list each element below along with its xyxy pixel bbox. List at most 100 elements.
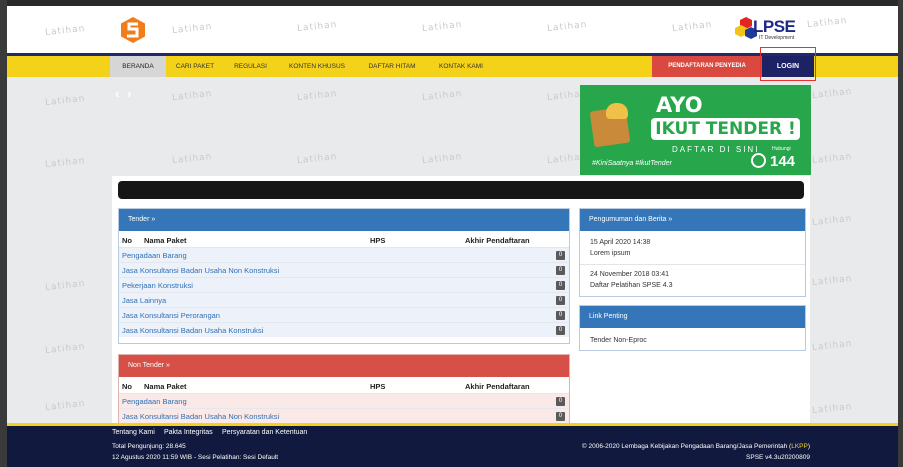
announcement-bar (118, 181, 804, 199)
count-badge: 0 (556, 311, 565, 320)
page: Latihan Latihan Latihan Latihan Latihan … (7, 6, 898, 426)
banner-ayo-text: AYO (656, 93, 703, 117)
watermark: Latihan (44, 93, 86, 109)
phone-icon (751, 153, 766, 168)
carousel-prev-icon[interactable]: ‹ (115, 86, 121, 101)
table-row: Jasa Konsultansi Badan Usaha Non Konstru… (119, 408, 569, 423)
watermark: Latihan (806, 15, 848, 31)
count-badge: 0 (556, 251, 565, 260)
banner-ikut-tender-text: IKUT TENDER ! (651, 118, 800, 140)
tender-link[interactable]: Jasa Konsultansi Badan Usaha Konstruksi (122, 326, 263, 335)
watermark: Latihan (171, 151, 213, 167)
carousel-next-icon[interactable]: › (127, 86, 133, 101)
watermark: Latihan (44, 341, 86, 357)
table-row: Pengadaan Barang 0 (119, 247, 569, 262)
watermark: Latihan (171, 88, 213, 104)
watermark: Latihan (44, 278, 86, 294)
non-tender-link[interactable]: Jasa Konsultansi Badan Usaha Non Konstru… (122, 412, 279, 421)
count-badge: 0 (556, 266, 565, 275)
copyright-text: © 2006-2020 Lembaga Kebijakan Pengadaan … (581, 443, 792, 450)
banner-phone-number: 144 (770, 153, 796, 170)
news-link[interactable]: Daftar Pelatihan SPSE 4.3 (580, 282, 805, 289)
banner-hashtags: #KiniSaatnya #IkutTender (592, 160, 672, 167)
table-row: Jasa Konsultansi Badan Usaha Non Konstru… (119, 262, 569, 277)
table-row: Jasa Konsultansi Perorangan 0 (119, 307, 569, 322)
watermark: Latihan (296, 151, 338, 167)
visitor-count: Total Pengunjung: 28.645 (112, 443, 186, 450)
watermark: Latihan (296, 19, 338, 35)
site-footer: Tentang Kami Pakta Integritas Persyarata… (7, 426, 898, 467)
version: SPSE v4.3u20200809 (746, 454, 810, 461)
watermark: Latihan (44, 23, 86, 39)
watermark: Latihan (421, 151, 463, 167)
lpse-logo-text: LPSE (753, 17, 796, 36)
news-link[interactable]: Lorem ipsum (580, 250, 805, 257)
tender-link[interactable]: Jasa Lainnya (122, 296, 166, 305)
watermark: Latihan (296, 88, 338, 104)
watermark: Latihan (811, 273, 853, 289)
non-tender-panel-header[interactable]: Non Tender » (119, 355, 569, 377)
tender-link[interactable]: Pekerjaan Konstruksi (122, 281, 193, 290)
col-no: No (122, 236, 132, 245)
login-highlight (760, 47, 816, 81)
footer-link-persyaratan[interactable]: Persyaratan dan Ketentuan (222, 429, 307, 436)
nav-regulasi[interactable]: REGULASI (228, 56, 273, 77)
tender-panel-header[interactable]: Tender » (119, 209, 569, 231)
footer-link-tentang-kami[interactable]: Tentang Kami (112, 429, 155, 436)
register-provider-button[interactable]: PENDAFTARAN PENYEDIA (652, 56, 762, 77)
watermark: Latihan (171, 21, 213, 37)
news-date: 15 April 2020 14:38 (590, 239, 651, 246)
link-tender-non-eproc[interactable]: Tender Non-Eproc (580, 337, 805, 344)
watermark: Latihan (44, 155, 86, 171)
copyright: © 2006-2020 Lembaga Kebijakan Pengadaan … (582, 443, 810, 450)
session-info: 12 Agustus 2020 11:59 WIB - Sesi Pelatih… (112, 454, 279, 461)
watermark: Latihan (811, 338, 853, 354)
news-panel: Pengumuman dan Berita » 15 April 2020 14… (579, 208, 806, 297)
nav-konten-khusus[interactable]: KONTEN KHUSUS (281, 56, 353, 77)
window-right-edge (898, 0, 903, 467)
nav-beranda[interactable]: BERANDA (110, 56, 166, 77)
nav-daftar-hitam[interactable]: DAFTAR HITAM (362, 56, 422, 77)
lkpp-link[interactable]: LKPP (791, 443, 808, 450)
links-panel: Link Penting Tender Non-Eproc (579, 305, 806, 351)
watermark: Latihan (811, 151, 853, 167)
site-header: Latihan Latihan Latihan Latihan Latihan … (7, 6, 898, 53)
news-date: 24 November 2018 03:41 (590, 271, 669, 278)
count-badge: 0 (556, 412, 565, 421)
watermark: Latihan (811, 213, 853, 229)
table-row: Pekerjaan Konstruksi 0 (119, 277, 569, 292)
col-nama-paket: Nama Paket (144, 236, 187, 245)
tender-link[interactable]: Pengadaan Barang (122, 251, 187, 260)
watermark: Latihan (44, 398, 86, 414)
divider (580, 264, 805, 265)
table-row: Jasa Konsultansi Badan Usaha Konstruksi … (119, 322, 569, 337)
tender-link[interactable]: Jasa Konsultansi Perorangan (122, 311, 220, 320)
col-hps: HPS (370, 236, 386, 245)
count-badge: 0 (556, 296, 565, 305)
watermark: Latihan (421, 88, 463, 104)
lpse-logo-subtitle: IT Development (759, 35, 795, 41)
table-row: Jasa Lainnya 0 (119, 292, 569, 307)
count-badge: 0 (556, 281, 565, 290)
ikut-tender-banner[interactable]: AYO IKUT TENDER ! DAFTAR DI SINI #KiniSa… (580, 85, 811, 175)
nav-cari-paket[interactable]: CARI PAKET (170, 56, 220, 77)
tender-panel: Tender » No Nama Paket HPS Akhir Pendaft… (118, 208, 570, 344)
non-tender-link[interactable]: Pengadaan Barang (122, 397, 187, 406)
tender-link[interactable]: Jasa Konsultansi Badan Usaha Non Konstru… (122, 266, 279, 275)
watermark: Latihan (421, 19, 463, 35)
hardhat-icon (606, 103, 628, 119)
footer-link-pakta-integritas[interactable]: Pakta Integritas (164, 429, 213, 436)
watermark: Latihan (811, 86, 853, 102)
non-tender-panel: Non Tender » No Nama Paket HPS Akhir Pen… (118, 354, 570, 426)
news-panel-header[interactable]: Pengumuman dan Berita » (580, 209, 805, 231)
count-badge: 0 (556, 326, 565, 335)
col-no: No (122, 382, 132, 391)
spse-logo-icon[interactable] (119, 16, 147, 44)
copyright-end: ) (807, 443, 810, 450)
banner-hubungi: Hubungi (772, 146, 791, 152)
watermark: Latihan (671, 19, 713, 35)
watermark: Latihan (546, 19, 588, 35)
nav-kontak-kami[interactable]: KONTAK KAMI (431, 56, 491, 77)
table-row: Pengadaan Barang 0 (119, 393, 569, 408)
col-akhir-pendaftaran: Akhir Pendaftaran (465, 236, 530, 245)
